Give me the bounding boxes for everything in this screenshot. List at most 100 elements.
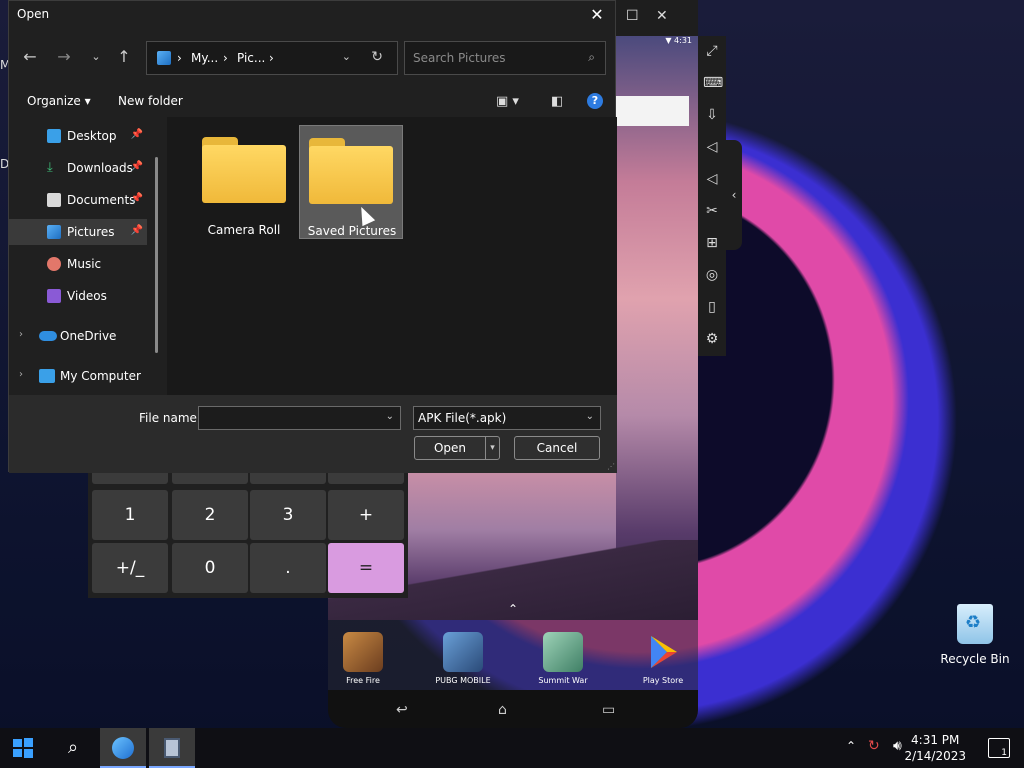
- notification-center-icon[interactable]: 1: [988, 738, 1010, 758]
- app-drawer-caret-icon[interactable]: ⌃: [508, 602, 518, 616]
- calculator-key-2[interactable]: 2: [172, 490, 248, 540]
- file-name-dropdown-icon[interactable]: ⌄: [386, 411, 394, 422]
- sync-error-icon[interactable]: ↻: [868, 738, 880, 754]
- nav-item-documents[interactable]: Documents 📌: [9, 187, 147, 213]
- close-icon[interactable]: ✕: [656, 8, 668, 24]
- volume-down-icon[interactable]: ◁: [703, 170, 721, 188]
- dock-app-free-fire[interactable]: Free Fire: [328, 632, 398, 685]
- file-name-input[interactable]: [203, 410, 373, 426]
- nav-item-videos[interactable]: Videos: [9, 283, 147, 309]
- home-icon[interactable]: ⌂: [498, 702, 507, 718]
- maximize-icon[interactable]: ☐: [626, 8, 639, 24]
- calculator-key-decimal[interactable]: .: [250, 543, 326, 593]
- clock-time: 4:31 PM: [911, 733, 960, 747]
- breadcrumb-separator-icon[interactable]: ›: [223, 51, 228, 65]
- view-options-icon[interactable]: ▣ ▾: [496, 94, 519, 109]
- expand-chevron-icon[interactable]: ›: [19, 369, 23, 380]
- navigation-scrollbar[interactable]: [155, 157, 158, 353]
- clock[interactable]: 4:31 PM 2/14/2023: [904, 732, 966, 764]
- calculator-key-0[interactable]: 0: [172, 543, 248, 593]
- open-dialog: Open ✕ ← → ⌄ ↑ › My... › Pic... › ⌄ ↻ ⌕ …: [8, 0, 617, 473]
- location-icon[interactable]: ◎: [703, 266, 721, 284]
- volume-up-icon[interactable]: ◁: [703, 138, 721, 156]
- pin-icon: 📌: [130, 161, 143, 172]
- emulator-taskbar-icon[interactable]: [100, 728, 146, 768]
- volume-icon[interactable]: 🔊︎: [893, 738, 902, 754]
- keyboard-icon[interactable]: ⌨: [703, 74, 723, 92]
- dock-app-summit-war[interactable]: Summit War: [528, 632, 598, 685]
- play-store-icon: [643, 632, 683, 672]
- back-icon[interactable]: ↩: [396, 702, 408, 718]
- search-box[interactable]: ⌕: [404, 41, 606, 75]
- nav-item-music[interactable]: Music: [9, 251, 147, 277]
- nav-item-downloads[interactable]: ⤓ Downloads 📌: [9, 155, 147, 181]
- cancel-button[interactable]: Cancel: [514, 436, 600, 460]
- folder-saved-pictures[interactable]: Saved Pictures: [299, 125, 403, 239]
- start-button[interactable]: [0, 728, 46, 768]
- emulator-search-bar[interactable]: [616, 96, 689, 126]
- search-icon[interactable]: ⌕: [588, 50, 595, 65]
- folder-camera-roll[interactable]: Camera Roll: [192, 125, 296, 239]
- file-list: Camera Roll Saved Pictures: [167, 117, 617, 395]
- dialog-title: Open: [17, 7, 50, 21]
- dock-app-play-store[interactable]: Play Store: [628, 632, 698, 685]
- nav-item-desktop[interactable]: Desktop 📌: [9, 123, 147, 149]
- open-button[interactable]: Open ▾: [414, 436, 500, 460]
- search-input[interactable]: [413, 50, 573, 66]
- new-folder-button[interactable]: New folder: [118, 94, 183, 108]
- recent-locations-chevron-icon[interactable]: ⌄: [85, 50, 107, 63]
- recycle-bin[interactable]: Recycle Bin: [940, 604, 1010, 666]
- nav-item-onedrive[interactable]: › OneDrive: [9, 323, 147, 349]
- fullscreen-icon[interactable]: ⤢: [703, 42, 721, 60]
- dialog-close-button[interactable]: ✕: [585, 3, 609, 27]
- file-type-dropdown-icon[interactable]: ⌄: [586, 411, 594, 422]
- file-name-field[interactable]: ⌄: [198, 406, 401, 430]
- breadcrumb-separator-icon[interactable]: ›: [269, 51, 274, 65]
- videos-icon: [47, 289, 61, 303]
- dock-app-pubg[interactable]: PUBG MOBILE: [428, 632, 498, 685]
- folder-label: Saved Pictures: [307, 224, 397, 238]
- up-arrow-icon[interactable]: ↑: [113, 47, 135, 66]
- recycle-bin-icon: [957, 604, 993, 644]
- summit-war-icon: [543, 632, 583, 672]
- address-dropdown-icon[interactable]: ⌄: [342, 50, 351, 63]
- calculator-key-negate[interactable]: +/_: [92, 543, 168, 593]
- nav-item-my-computer[interactable]: › My Computer: [9, 363, 147, 389]
- breadcrumb-separator-icon[interactable]: ›: [177, 51, 182, 65]
- folder-icon: [309, 138, 393, 204]
- address-bar[interactable]: › My... › Pic... › ⌄ ↻: [146, 41, 398, 75]
- back-arrow-icon[interactable]: ←: [19, 47, 41, 66]
- pin-icon: 📌: [130, 193, 143, 204]
- navigation-bar: ← → ⌄ ↑ › My... › Pic... › ⌄ ↻ ⌕: [9, 37, 617, 81]
- multi-instance-icon[interactable]: ⊞: [703, 234, 721, 252]
- search-taskbar-icon[interactable]: ⌕: [50, 728, 96, 768]
- calculator-key-3[interactable]: 3: [250, 490, 326, 540]
- shake-icon[interactable]: ▯: [703, 298, 721, 316]
- nav-item-pictures[interactable]: Pictures 📌: [9, 219, 147, 245]
- navigation-pane: Desktop 📌 ⤓ Downloads 📌 Documents 📌 Pict…: [9, 117, 167, 395]
- forward-arrow-icon[interactable]: →: [53, 47, 75, 66]
- emulator-status-bar: ▼ 4:31: [616, 36, 698, 50]
- refresh-icon[interactable]: ↻: [371, 49, 383, 65]
- expand-chevron-icon[interactable]: ›: [19, 329, 23, 340]
- calculator-key-equals[interactable]: =: [328, 543, 404, 593]
- file-type-select[interactable]: APK File(*.apk) ⌄: [413, 406, 601, 430]
- settings-icon[interactable]: ⚙: [703, 330, 721, 348]
- clock-date: 2/14/2023: [904, 749, 966, 763]
- sidebar-collapse-icon[interactable]: ‹: [726, 140, 742, 250]
- calculator-taskbar-icon[interactable]: [149, 728, 195, 768]
- recents-icon[interactable]: ▭: [602, 702, 615, 718]
- preview-pane-icon[interactable]: ◧: [551, 94, 563, 109]
- calculator-key-1[interactable]: 1: [92, 490, 168, 540]
- help-icon[interactable]: ?: [587, 93, 603, 109]
- breadcrumb-segment[interactable]: My...: [191, 51, 218, 65]
- breadcrumb-segment[interactable]: Pic...: [237, 51, 265, 65]
- show-hidden-icons-icon[interactable]: ⌃: [846, 739, 856, 753]
- calculator-key-plus[interactable]: +: [328, 490, 404, 540]
- screenshot-icon[interactable]: ✂: [703, 202, 721, 220]
- emulator-status-time: 4:31: [674, 36, 692, 45]
- organize-button[interactable]: Organize ▾: [27, 94, 91, 108]
- open-split-dropdown-icon[interactable]: ▾: [485, 437, 499, 459]
- apk-install-icon[interactable]: ⇩: [703, 106, 721, 124]
- resize-grip-icon[interactable]: ⋰: [607, 462, 615, 471]
